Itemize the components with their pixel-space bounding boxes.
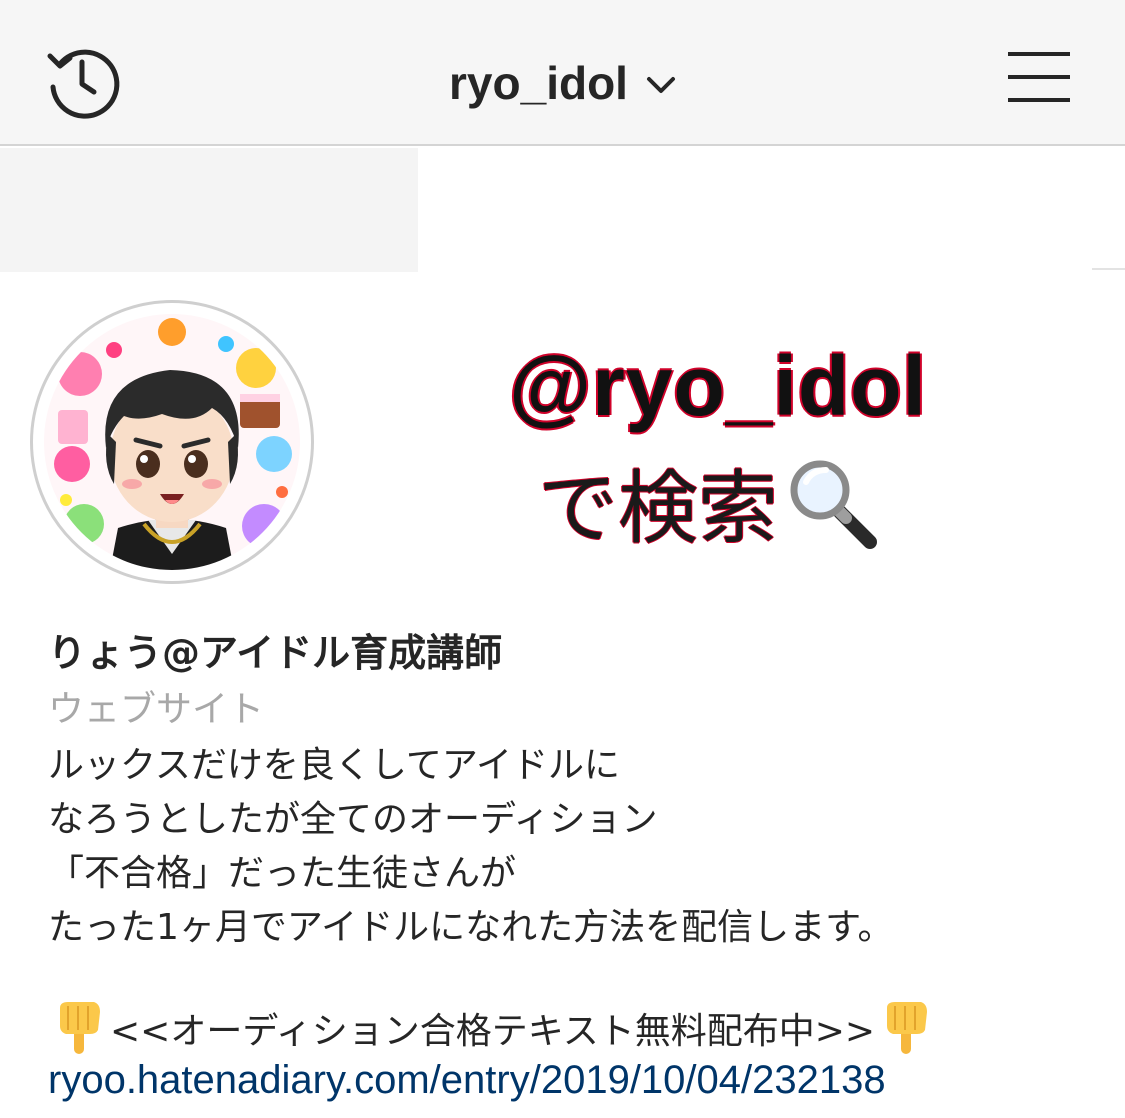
category-label: ウェブサイト [48,689,265,730]
username-switcher[interactable]: ryo_idol [0,48,1125,118]
banner-handle-text: @ryo_idol [509,339,927,433]
magnifying-glass-icon [790,460,877,549]
bio-line: なろうとしたが全てのオーディション [48,799,658,840]
menu-icon[interactable] [1006,48,1072,106]
promo-text: <<オーディション合格テキスト無料配布中>> [110,1011,876,1052]
banner-search-text: で検索 [538,462,778,555]
profile-link[interactable]: ryoo.hatenadiary.com/entry/2019/10/04/23… [48,1058,886,1103]
bio-line: ルックスだけを良くしてアイドルに [48,745,621,786]
pointing-down-hand-icon [60,1002,100,1054]
bio-line: たった1ヶ月でアイドルになれた方法を配信します。 [48,907,894,948]
divider [1092,268,1125,270]
promo-line: <<オーディション合格テキスト無料配布中>> [56,1000,929,1056]
avatar[interactable] [44,314,300,570]
bio-line: 「不合格」だった生徒さんが [48,853,517,894]
pointing-down-hand-icon [887,1002,928,1054]
username-title[interactable]: ryo_idol [449,56,628,110]
display-name: りょう@アイドル育成講師 [48,631,503,675]
banner-background [0,148,418,272]
banner-search-callout: で検索 [538,452,880,555]
chevron-down-icon[interactable] [646,75,676,95]
top-navigation-bar: ryo_idol [0,0,1125,146]
